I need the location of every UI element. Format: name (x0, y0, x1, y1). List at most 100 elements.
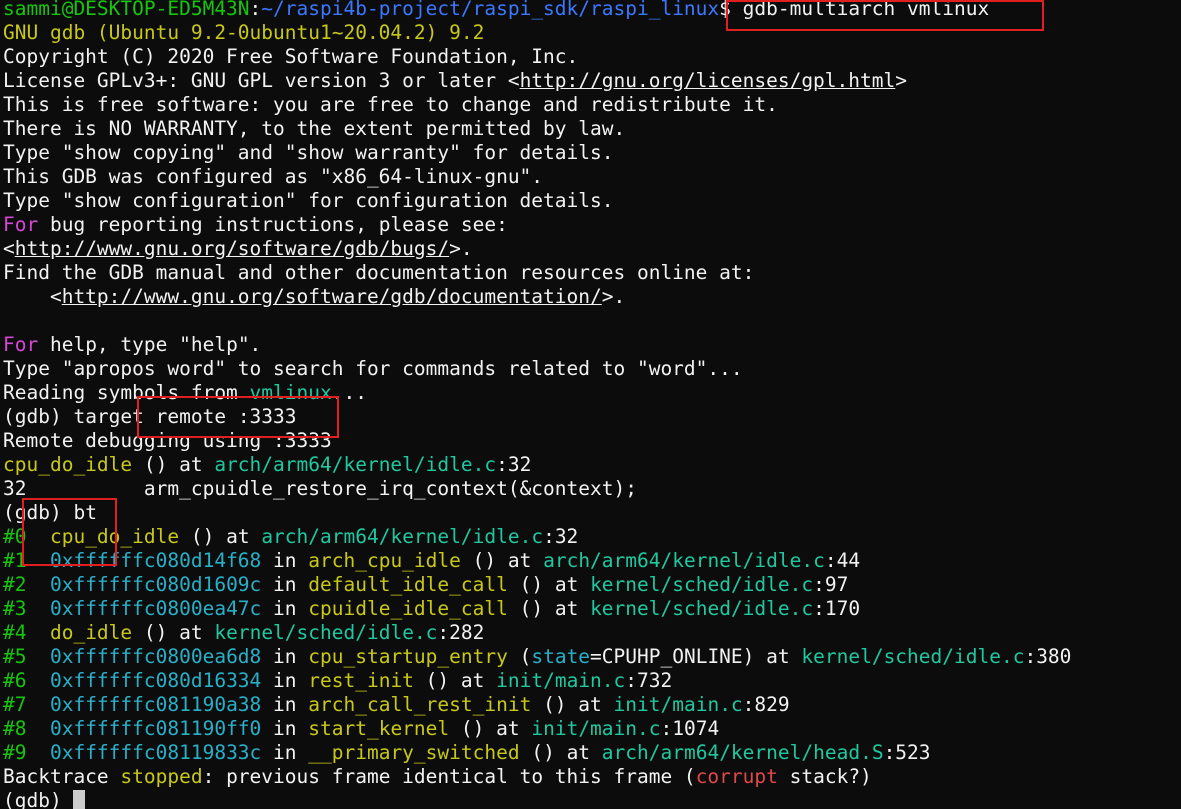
in-word: in (261, 741, 309, 764)
doc-close: >. (601, 285, 626, 308)
source-gap (26, 477, 143, 500)
at-word: at (496, 549, 544, 572)
prompt-user-host: sammi@DESKTOP-ED5M43N (3, 0, 250, 20)
gdb-version-line: GNU gdb (Ubuntu 9.2-0ubuntu1~20.04.2) 9.… (3, 21, 485, 44)
license-prefix: License GPLv3+: GNU GPL version 3 or lat… (3, 69, 520, 92)
frame-line: :523 (883, 741, 931, 764)
frame-line: :170 (813, 597, 861, 620)
terminal-window[interactable]: sammi@DESKTOP-ED5M43N:~/raspi4b-project/… (0, 0, 1181, 809)
frame-func: start_kernel (308, 717, 450, 740)
reading-file: vmlinux (249, 381, 332, 404)
frame-line: :1074 (660, 717, 720, 740)
backtrace-frame: #3 0xffffffc0800ea47c in cpuidle_idle_ca… (3, 597, 860, 621)
in-word: in (261, 645, 309, 668)
frame-number: #0 (3, 525, 27, 548)
frame-args: () (460, 549, 497, 572)
frame-address: 0xffffffc081190a38 (49, 693, 262, 716)
frame-line: :97 (813, 573, 849, 596)
frame-file: kernel/sched/idle.c (801, 645, 1025, 668)
in-word: in (261, 573, 309, 596)
doc-link[interactable]: http://www.gnu.org/software/gdb/document… (62, 285, 602, 308)
final-prompt-line[interactable]: (gdb) (3, 789, 86, 809)
at-word: at (754, 645, 802, 668)
target-remote-command: target remote :3333 (73, 405, 297, 428)
stopped-word: stopped (120, 765, 203, 788)
gdb-command-target: (gdb) target remote :3333 (3, 405, 297, 429)
frame-func: arch_call_rest_init (308, 693, 532, 716)
doc-url-line: <http://www.gnu.org/software/gdb/documen… (3, 285, 625, 309)
frame-file: kernel/sched/idle.c (590, 597, 814, 620)
show-copying-line: Type "show copying" and "show warranty" … (3, 141, 614, 164)
frame-number: #5 (3, 645, 27, 668)
in-word: in (261, 693, 309, 716)
in-word: in (261, 549, 309, 572)
bugs-close: >. (449, 237, 473, 260)
frame-address: 0xffffffc08119833c (49, 741, 262, 764)
frame-func: rest_init (308, 669, 414, 692)
at-word: at (554, 741, 602, 764)
frame-file: arch/arm64/kernel/head.S (601, 741, 884, 764)
stop-func: cpu_do_idle (3, 453, 133, 476)
frame-line: :829 (742, 693, 790, 716)
backtrace-frame: #6 0xffffffc080d16334 in rest_init () at… (3, 669, 672, 693)
at-word: at (543, 573, 591, 596)
in-word: in (261, 669, 309, 692)
at-word: at (167, 621, 215, 644)
frame-args: ( (507, 645, 532, 668)
frame-number: #6 (3, 669, 27, 692)
frame-arg-name: state (531, 645, 591, 668)
frame-line: :380 (1024, 645, 1072, 668)
backtrace-mid: : previous frame identical to this frame… (202, 765, 696, 788)
backtrace-frame: #7 0xffffffc081190a38 in arch_call_rest_… (3, 693, 790, 717)
apropos-line: Type "apropos word" to search for comman… (3, 357, 743, 380)
reading-suffix: ... (331, 381, 367, 404)
text-cursor (73, 790, 86, 809)
license-suffix: > (895, 69, 907, 92)
in-word: in (261, 597, 309, 620)
frame-func: cpuidle_idle_call (308, 597, 508, 620)
frame-args: () (519, 741, 555, 764)
frame-number: #8 (3, 717, 27, 740)
frame-file: kernel/sched/idle.c (590, 573, 814, 596)
frame-func: cpu_do_idle (49, 525, 180, 548)
backtrace-frame: #0 cpu_do_idle () at arch/arm64/kernel/i… (3, 525, 578, 549)
frame-func: arch_cpu_idle (308, 549, 461, 572)
license-link[interactable]: http://gnu.org/licenses/gpl.html (520, 69, 896, 92)
frame-file: kernel/sched/idle.c (214, 621, 438, 644)
for-keyword: For (3, 213, 39, 236)
prompt-path: ~/raspi4b-project/raspi_sdk/raspi_linux (261, 0, 720, 20)
source-code: arm_cpuidle_restore_irq_context(&context… (143, 477, 637, 500)
frame-args: () (531, 693, 567, 716)
bugs-link[interactable]: http://www.gnu.org/software/gdb/bugs/ (15, 237, 449, 260)
reading-prefix: Reading symbols from (3, 381, 250, 404)
prompt-colon: : (249, 0, 262, 20)
frame-func: cpu_startup_entry (308, 645, 508, 668)
help-for-keyword: For (3, 333, 39, 356)
frame-number: #3 (3, 597, 27, 620)
frame-func: default_idle_call (308, 573, 508, 596)
frame-file: init/main.c (531, 717, 661, 740)
frame-line: :32 (543, 525, 579, 548)
frame-args: () (413, 669, 450, 692)
backtrace-stopped-line: Backtrace stopped: previous frame identi… (3, 765, 872, 789)
bug-reporting-line: For bug reporting instructions, please s… (3, 213, 508, 237)
find-manual-line: Find the GDB manual and other documentat… (3, 261, 755, 284)
backtrace-prefix: Backtrace (3, 765, 121, 788)
at-word: at (543, 597, 591, 620)
frame-number: #4 (3, 621, 27, 644)
frame-number: #9 (3, 741, 27, 764)
frame-line: :732 (625, 669, 673, 692)
shell-command: gdb-multiarch vmlinux (742, 0, 990, 20)
gdb-prompt: (gdb) (3, 501, 74, 524)
configured-as-line: This GDB was configured as "x86_64-linux… (3, 165, 544, 188)
frame-line: :282 (437, 621, 485, 644)
backtrace-end: stack?) (777, 765, 872, 788)
prompt-dollar: $ (719, 0, 731, 20)
reading-symbols-line: Reading symbols from vmlinux... (3, 381, 367, 405)
frame-address: 0xffffffc080d16334 (49, 669, 262, 692)
backtrace-frame: #8 0xffffffc081190ff0 in start_kernel ()… (3, 717, 719, 741)
frame-address: 0xffffffc080d1609c (49, 573, 262, 596)
bt-command: bt (73, 501, 97, 524)
frame-number: #1 (3, 549, 27, 572)
bugs-url-line: <http://www.gnu.org/software/gdb/bugs/>. (3, 237, 473, 261)
